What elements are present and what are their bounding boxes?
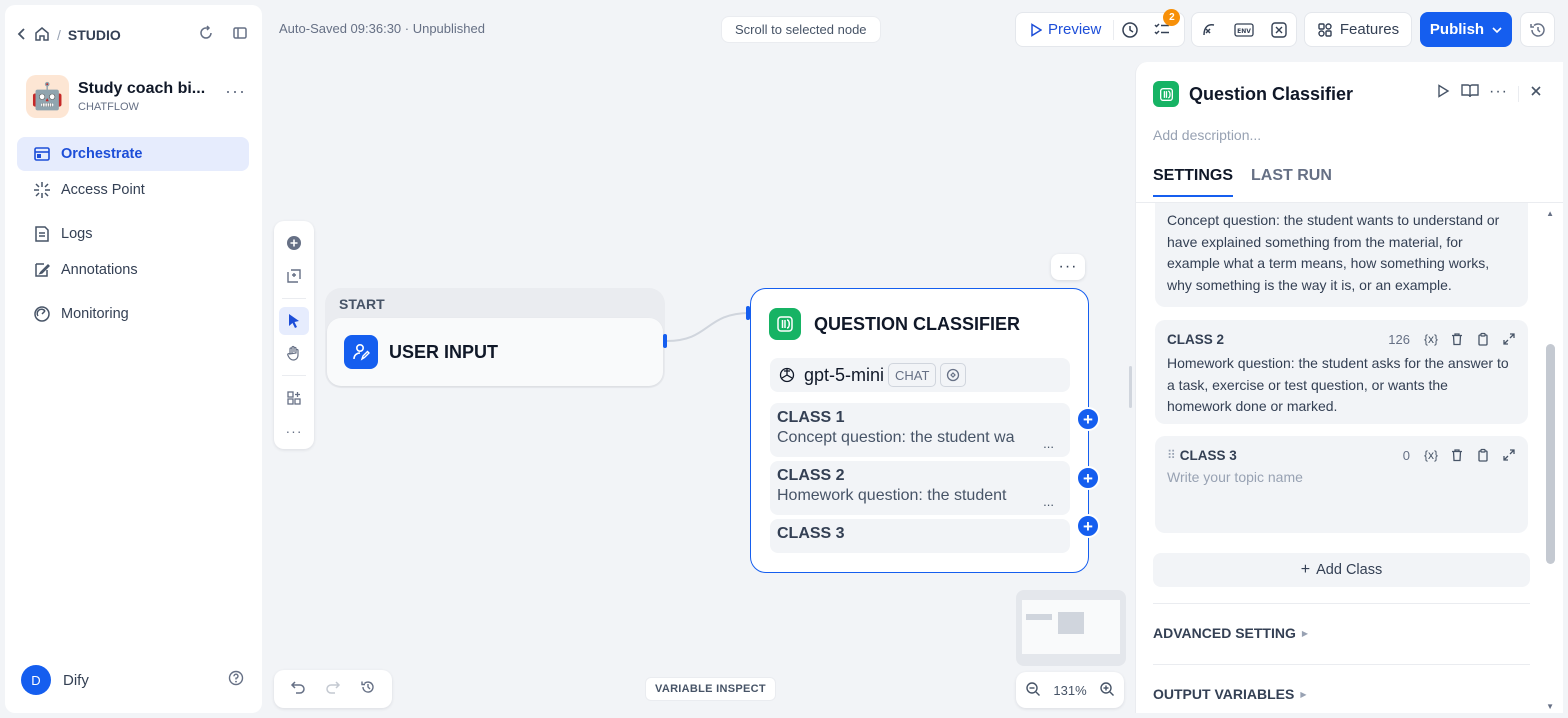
insert-variable-icon[interactable]: {x} xyxy=(1424,448,1438,462)
advanced-setting-label: ADVANCED SETTING xyxy=(1153,625,1296,641)
advanced-setting-toggle[interactable]: ADVANCED SETTING ▶ xyxy=(1153,625,1308,641)
class-item[interactable]: CLASS 3 xyxy=(770,519,1070,553)
panel-resize-handle[interactable] xyxy=(1129,366,1132,408)
copy-icon[interactable] xyxy=(1476,332,1490,346)
drag-handle-icon[interactable]: ⠿ xyxy=(1167,448,1176,462)
classifier-input-handle[interactable] xyxy=(746,306,750,320)
openai-icon xyxy=(779,367,795,383)
undo-icon[interactable] xyxy=(290,679,306,700)
class-item[interactable]: CLASS 1 Concept question: the student wa… xyxy=(770,403,1070,457)
add-next-node-class1-icon[interactable]: + xyxy=(1076,407,1100,431)
delete-icon[interactable] xyxy=(1450,332,1464,346)
help-doc-icon[interactable] xyxy=(1461,83,1479,104)
scrollbar[interactable] xyxy=(1546,344,1555,564)
add-next-node-class2-icon[interactable]: + xyxy=(1076,466,1100,490)
caret-right-icon: ▶ xyxy=(1300,689,1307,699)
copy-icon[interactable] xyxy=(1476,448,1490,462)
insert-variable-icon[interactable]: {x} xyxy=(1424,332,1438,346)
class-item[interactable]: CLASS 2 Homework question: the student .… xyxy=(770,461,1070,515)
expand-icon[interactable] xyxy=(1502,448,1516,462)
model-name: gpt-5-mini xyxy=(804,364,885,385)
class-name: CLASS 3 xyxy=(777,525,845,542)
expand-icon[interactable] xyxy=(1502,332,1516,346)
delete-icon[interactable] xyxy=(1450,448,1464,462)
class-desc-ellipsis: ... xyxy=(1043,494,1054,509)
output-variables-label: OUTPUT VARIABLES xyxy=(1153,686,1295,702)
start-node-title: USER INPUT xyxy=(389,341,499,362)
close-icon[interactable] xyxy=(1529,84,1543,103)
class-name: CLASS 2 xyxy=(1167,331,1225,347)
class-name: CLASS 3 xyxy=(1179,447,1237,463)
class-topic-input[interactable]: Write your topic name xyxy=(1167,469,1516,485)
add-class-button[interactable]: + Add Class xyxy=(1153,553,1530,587)
description-input[interactable]: Add description... xyxy=(1153,127,1261,143)
change-history-icon[interactable] xyxy=(360,679,376,700)
char-count: 126 xyxy=(1388,331,1410,347)
model-mode-tag: CHAT xyxy=(888,363,937,387)
start-node-header: START xyxy=(339,296,385,312)
node-more-button[interactable]: ··· xyxy=(1051,254,1085,280)
start-node[interactable]: START USER INPUT xyxy=(325,288,665,388)
zoom-in-icon[interactable] xyxy=(1099,681,1115,700)
caret-right-icon: ▶ xyxy=(1301,628,1309,638)
node-settings-panel: Question Classifier ··· Add description.… xyxy=(1135,62,1563,713)
model-settings-icon[interactable] xyxy=(940,363,967,387)
redo-icon[interactable] xyxy=(325,679,341,700)
class-desc: Homework question: the student xyxy=(777,487,1007,504)
class-desc-text: Concept question: the student wants to u… xyxy=(1167,212,1500,294)
model-selector[interactable]: gpt-5-mini CHAT xyxy=(770,358,1070,392)
tab-settings[interactable]: SETTINGS xyxy=(1153,167,1234,197)
class-desc-textarea[interactable]: Concept question: the student wants to u… xyxy=(1167,210,1516,297)
zoom-controls: 131% xyxy=(1016,672,1124,708)
plus-icon: + xyxy=(1300,561,1311,578)
class-desc-text: Homework question: the student asks for … xyxy=(1167,355,1509,415)
variable-inspect-button[interactable]: VARIABLE INSPECT xyxy=(645,677,776,701)
minimap[interactable] xyxy=(1016,590,1126,666)
start-output-handle[interactable] xyxy=(663,334,667,348)
question-classifier-node[interactable]: QUESTION CLASSIFIER gpt-5-mini CHAT CLAS… xyxy=(750,288,1089,573)
question-classifier-icon xyxy=(769,308,801,340)
undo-redo-toolbar xyxy=(274,670,392,708)
zoom-level[interactable]: 131% xyxy=(1053,683,1086,698)
panel-tabs: SETTINGS LAST RUN xyxy=(1153,167,1332,197)
class-card[interactable]: CLASS 2 126 {x} Homework question: the s… xyxy=(1155,320,1528,424)
scroll-down-arrow[interactable]: ▼ xyxy=(1546,702,1554,711)
class-desc-ellipsis: ... xyxy=(1043,436,1054,451)
class-name: CLASS 1 xyxy=(777,409,845,426)
class-card[interactable]: ⠿ CLASS 3 0 {x} Write your topic name xyxy=(1155,436,1528,533)
zoom-out-icon[interactable] xyxy=(1025,681,1041,700)
class-name: CLASS 2 xyxy=(777,467,845,484)
run-node-icon[interactable] xyxy=(1435,83,1451,104)
panel-title[interactable]: Question Classifier xyxy=(1189,84,1353,105)
tab-last-run[interactable]: LAST RUN xyxy=(1251,167,1332,197)
user-input-icon xyxy=(344,335,378,369)
more-icon[interactable]: ··· xyxy=(1489,83,1508,101)
class-card[interactable]: Concept question: the student wants to u… xyxy=(1155,203,1528,307)
panel-body: Concept question: the student wants to u… xyxy=(1136,203,1563,713)
char-count: 0 xyxy=(1402,447,1410,463)
classifier-node-title: QUESTION CLASSIFIER xyxy=(814,313,1021,334)
output-variables-toggle[interactable]: OUTPUT VARIABLES ▶ xyxy=(1153,686,1306,702)
add-class-label: Add Class xyxy=(1316,562,1383,578)
class-desc: Concept question: the student wa xyxy=(777,429,1015,446)
class-desc-textarea[interactable]: Homework question: the student asks for … xyxy=(1167,353,1516,418)
question-classifier-icon xyxy=(1153,81,1179,107)
add-next-node-class3-icon[interactable]: + xyxy=(1076,514,1100,538)
scroll-up-arrow[interactable]: ▲ xyxy=(1546,209,1554,218)
